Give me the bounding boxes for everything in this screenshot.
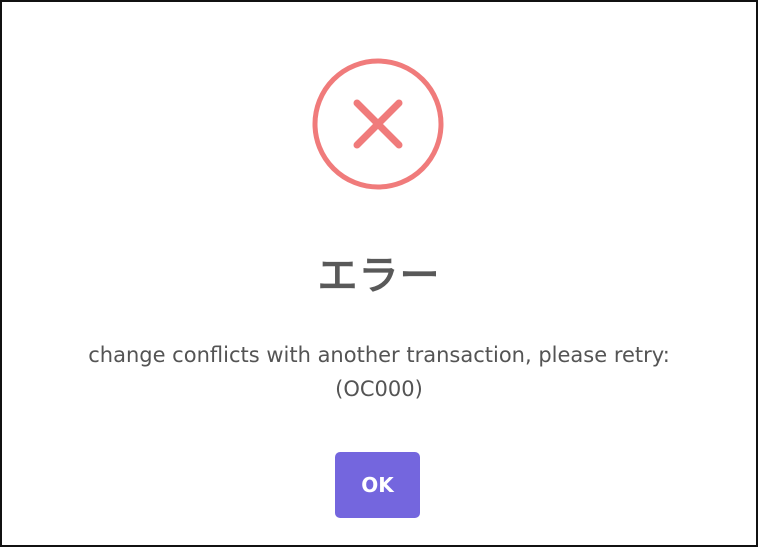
- error-message: change conflicts with another transactio…: [22, 338, 736, 406]
- dialog-title: エラー: [317, 253, 441, 299]
- error-dialog: エラー change conflicts with another transa…: [0, 0, 758, 547]
- ok-button[interactable]: OK: [335, 452, 420, 518]
- error-x-icon: [312, 58, 444, 190]
- error-code: (OC000): [335, 377, 423, 401]
- error-message-text: change conflicts with another transactio…: [88, 343, 670, 367]
